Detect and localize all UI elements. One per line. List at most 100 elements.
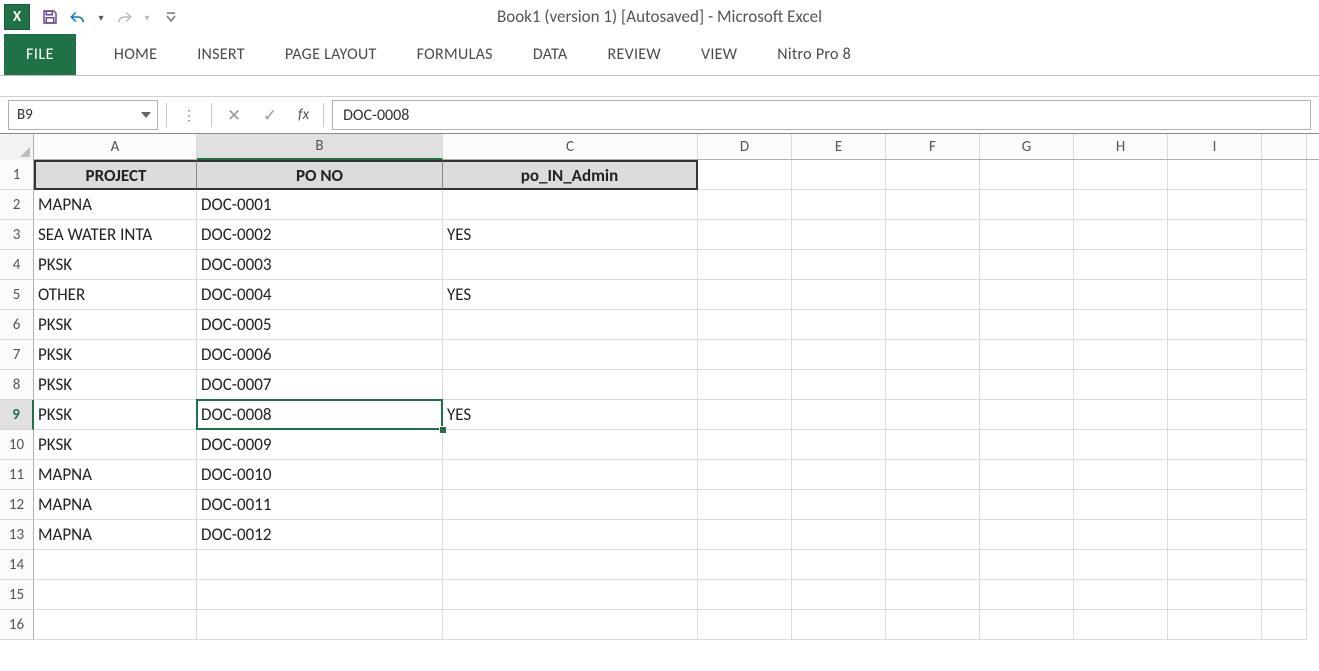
cell[interactable] [886, 610, 980, 640]
cell[interactable]: DOC-0007 [197, 370, 443, 400]
enter-button[interactable]: ✓ [256, 101, 284, 129]
cell[interactable] [980, 220, 1074, 250]
cell[interactable] [980, 190, 1074, 220]
cell[interactable]: DOC-0003 [197, 250, 443, 280]
cell[interactable]: PKSK [34, 310, 197, 340]
cell[interactable] [792, 550, 886, 580]
tab-view[interactable]: VIEW [681, 34, 757, 75]
cell[interactable] [698, 340, 792, 370]
cell[interactable] [698, 520, 792, 550]
column-header[interactable]: F [886, 134, 980, 159]
cell[interactable] [980, 610, 1074, 640]
cell[interactable]: DOC-0012 [197, 520, 443, 550]
cell[interactable] [197, 580, 443, 610]
cell[interactable] [443, 430, 698, 460]
row-header[interactable]: 6 [0, 310, 34, 340]
cell[interactable] [698, 430, 792, 460]
cell[interactable] [1074, 160, 1168, 190]
column-header[interactable]: E [792, 134, 886, 159]
cell[interactable]: MAPNA [34, 490, 197, 520]
redo-more-icon[interactable]: ▾ [138, 3, 156, 31]
cell[interactable] [1074, 490, 1168, 520]
cell[interactable] [980, 310, 1074, 340]
cell[interactable] [886, 280, 980, 310]
cell[interactable] [34, 610, 197, 640]
fx-icon[interactable]: fx [292, 106, 315, 124]
cell[interactable] [1262, 190, 1307, 220]
cell[interactable] [698, 400, 792, 430]
cell[interactable] [792, 430, 886, 460]
cell[interactable] [698, 580, 792, 610]
cell[interactable] [1168, 400, 1262, 430]
cell[interactable] [1168, 250, 1262, 280]
cell[interactable] [792, 580, 886, 610]
cell[interactable] [1168, 580, 1262, 610]
cell[interactable] [792, 460, 886, 490]
cell[interactable]: SEA WATER INTA [34, 220, 197, 250]
cell[interactable] [980, 460, 1074, 490]
cell[interactable] [443, 250, 698, 280]
cell[interactable] [1168, 490, 1262, 520]
cell[interactable] [1168, 460, 1262, 490]
cell[interactable] [886, 580, 980, 610]
cell[interactable] [1074, 190, 1168, 220]
undo-button[interactable] [64, 3, 92, 31]
cell[interactable] [1262, 580, 1307, 610]
cell[interactable]: DOC-0009 [197, 430, 443, 460]
cell[interactable]: DOC-0001 [197, 190, 443, 220]
cell[interactable]: DOC-0010 [197, 460, 443, 490]
cell[interactable] [886, 430, 980, 460]
cell[interactable] [1074, 340, 1168, 370]
column-header[interactable]: C [443, 134, 698, 159]
cell[interactable] [698, 550, 792, 580]
tab-review[interactable]: REVIEW [587, 34, 680, 75]
cell[interactable] [980, 430, 1074, 460]
cell[interactable] [1074, 550, 1168, 580]
cell[interactable]: PKSK [34, 370, 197, 400]
row-header[interactable]: 13 [0, 520, 34, 550]
cell[interactable] [886, 190, 980, 220]
cell[interactable] [980, 340, 1074, 370]
cell[interactable]: DOC-0011 [197, 490, 443, 520]
row-header[interactable]: 2 [0, 190, 34, 220]
more-icon[interactable]: ⋮ [175, 101, 203, 129]
cell[interactable] [443, 460, 698, 490]
cell[interactable] [1074, 460, 1168, 490]
cell[interactable] [443, 550, 698, 580]
cell[interactable] [443, 610, 698, 640]
cell[interactable] [443, 190, 698, 220]
cell[interactable] [1262, 160, 1307, 190]
cell[interactable] [1262, 460, 1307, 490]
cell[interactable] [1262, 280, 1307, 310]
cell[interactable] [1168, 280, 1262, 310]
row-header[interactable]: 14 [0, 550, 34, 580]
tab-home[interactable]: HOME [94, 34, 177, 75]
cell[interactable]: PKSK [34, 400, 197, 430]
cell[interactable] [1168, 370, 1262, 400]
cell[interactable] [886, 310, 980, 340]
column-header[interactable]: H [1074, 134, 1168, 159]
cell[interactable] [1074, 520, 1168, 550]
cell[interactable] [443, 340, 698, 370]
column-header[interactable]: B [197, 134, 443, 160]
cell[interactable] [1262, 250, 1307, 280]
cell[interactable] [1074, 250, 1168, 280]
undo-more-icon[interactable]: ▾ [92, 3, 110, 31]
cell[interactable] [698, 490, 792, 520]
cell[interactable] [886, 520, 980, 550]
row-header[interactable]: 9 [0, 400, 34, 430]
save-button[interactable] [36, 3, 64, 31]
cell[interactable] [792, 400, 886, 430]
cell[interactable] [792, 160, 886, 190]
file-tab[interactable]: FILE [4, 34, 76, 75]
cell[interactable] [698, 460, 792, 490]
column-header[interactable]: A [34, 134, 197, 159]
cell[interactable] [1262, 550, 1307, 580]
row-header[interactable]: 3 [0, 220, 34, 250]
tab-page-layout[interactable]: PAGE LAYOUT [265, 34, 397, 75]
column-header[interactable]: D [698, 134, 792, 159]
cell[interactable] [1262, 340, 1307, 370]
cell[interactable] [1262, 490, 1307, 520]
cell[interactable] [1168, 220, 1262, 250]
cell[interactable]: PKSK [34, 250, 197, 280]
